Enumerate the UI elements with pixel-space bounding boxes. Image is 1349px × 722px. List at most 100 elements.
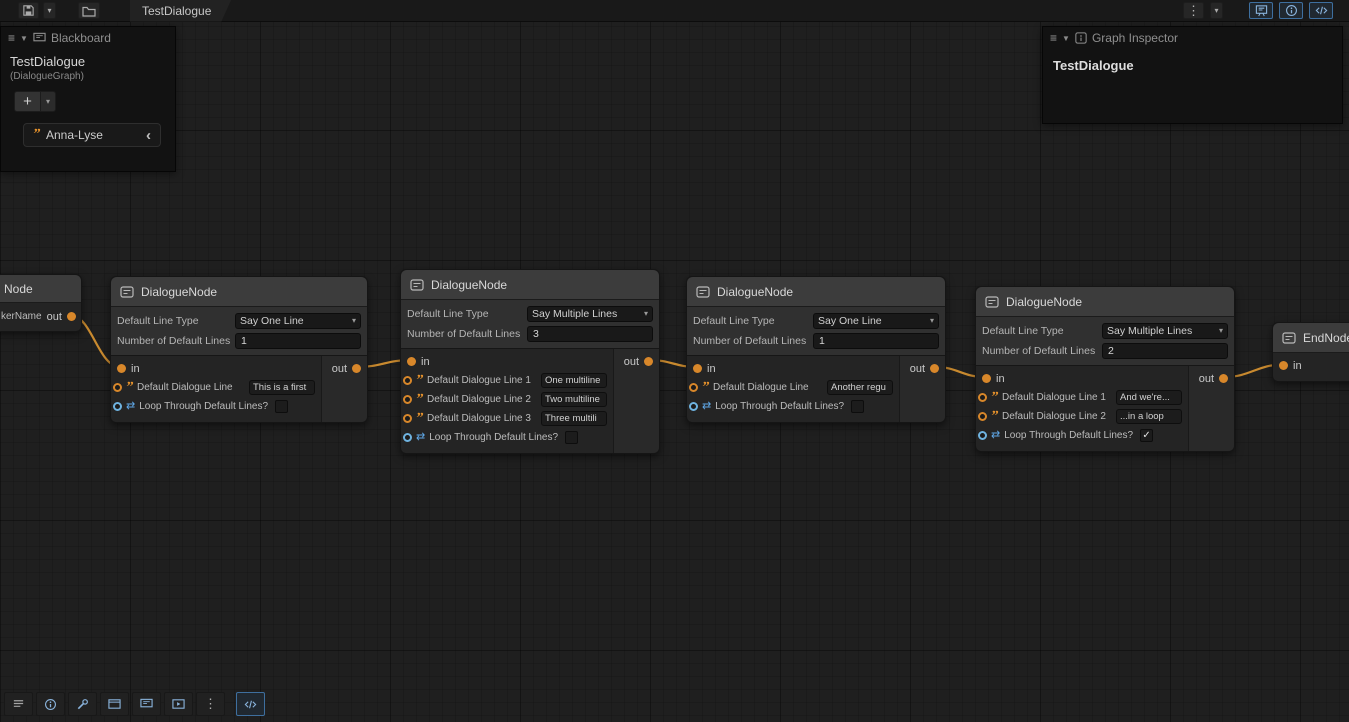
- folder-icon: [82, 5, 96, 17]
- save-options-dropdown[interactable]: ▾: [43, 2, 56, 19]
- bool-port[interactable]: [403, 433, 412, 442]
- dialogue-line-row: ” Default Dialogue Line Another regu: [687, 378, 899, 397]
- line-type-dropdown[interactable]: Say One Line ▾: [235, 313, 361, 329]
- add-variable-button[interactable]: +: [14, 91, 41, 112]
- code-preview-icon: [1315, 4, 1328, 17]
- node-title: DialogueNode: [717, 285, 793, 299]
- loop-checkbox[interactable]: [851, 400, 864, 413]
- graph-canvas[interactable]: ▾ TestDialogue ⋮ ▾ ≡ ▼: [0, 0, 1349, 722]
- dialogue-node-4[interactable]: DialogueNode Default Line Type Say Multi…: [975, 286, 1235, 452]
- bool-port[interactable]: [113, 402, 122, 411]
- node-title-bar[interactable]: DialogueNode: [687, 277, 945, 307]
- line-type-dropdown[interactable]: Say Multiple Lines ▾: [1102, 323, 1228, 339]
- dialogue-line-input[interactable]: Two multiline: [541, 392, 607, 407]
- dialogue-line-input[interactable]: One multiline: [541, 373, 607, 388]
- toolbar-overflow-button[interactable]: ⋮: [1183, 2, 1204, 19]
- end-node[interactable]: EndNode in: [1272, 322, 1349, 382]
- out-port[interactable]: [644, 357, 653, 366]
- tools-button[interactable]: [68, 692, 97, 716]
- in-port[interactable]: [693, 364, 702, 373]
- window-button[interactable]: [100, 692, 129, 716]
- collapse-arrow-icon[interactable]: ▼: [20, 34, 28, 43]
- dialogue-line-input[interactable]: And we're...: [1116, 390, 1182, 405]
- info-icon: [44, 698, 57, 711]
- bottom-toolbar: ⋮: [4, 692, 265, 716]
- collapse-arrow-icon[interactable]: ▼: [1062, 34, 1070, 43]
- string-port[interactable]: [113, 383, 122, 392]
- dialogue-node-1[interactable]: DialogueNode Default Line Type Say One L…: [110, 276, 368, 423]
- code-preview-button[interactable]: [236, 692, 265, 716]
- node-title-bar[interactable]: Node: [0, 275, 81, 303]
- in-port[interactable]: [117, 364, 126, 373]
- node-title-bar[interactable]: EndNode: [1273, 323, 1349, 353]
- in-port-label: in: [131, 363, 140, 375]
- num-lines-input[interactable]: 1: [813, 333, 939, 349]
- speaker-node[interactable]: Node kerName out: [0, 274, 82, 332]
- line-type-dropdown[interactable]: Say Multiple Lines ▾: [527, 306, 653, 322]
- bool-port[interactable]: [978, 431, 987, 440]
- console-button[interactable]: [4, 692, 33, 716]
- node-title-bar[interactable]: DialogueNode: [401, 270, 659, 300]
- quote-icon: ”: [125, 381, 134, 395]
- dialogue-line-input[interactable]: Another regu: [827, 380, 893, 395]
- hamburger-icon[interactable]: ≡: [8, 31, 15, 45]
- preview-toggle-button[interactable]: [1309, 2, 1333, 19]
- loop-checkbox[interactable]: [275, 400, 288, 413]
- in-port[interactable]: [407, 357, 416, 366]
- string-port[interactable]: [978, 393, 987, 402]
- in-port[interactable]: [982, 374, 991, 383]
- graph-type: (DialogueGraph): [10, 71, 166, 82]
- loop-checkbox[interactable]: ✓: [1140, 429, 1153, 442]
- string-port[interactable]: [689, 383, 698, 392]
- hamburger-icon[interactable]: ≡: [1050, 31, 1057, 45]
- preview-panel-button[interactable]: [164, 692, 193, 716]
- toolbar-overflow-dropdown[interactable]: ▾: [1210, 2, 1223, 19]
- blackboard-icon: [1255, 4, 1268, 17]
- num-lines-input[interactable]: 1: [235, 333, 361, 349]
- string-port[interactable]: [978, 412, 987, 421]
- dialogue-node-2[interactable]: DialogueNode Default Line Type Say Multi…: [400, 269, 660, 454]
- dialogue-line-input[interactable]: ...in a loop: [1116, 409, 1182, 424]
- string-port[interactable]: [403, 414, 412, 423]
- graph-inspector-panel[interactable]: ≡ ▼ Graph Inspector TestDialogue: [1042, 26, 1343, 124]
- asset-tab[interactable]: TestDialogue: [130, 0, 231, 22]
- inspector-toggle-button[interactable]: [1279, 2, 1303, 19]
- port-label: kerName: [1, 311, 42, 322]
- out-port[interactable]: [930, 364, 939, 373]
- save-button[interactable]: [18, 2, 39, 19]
- blackboard-toggle-button[interactable]: [1249, 2, 1273, 19]
- string-port[interactable]: [403, 395, 412, 404]
- string-port[interactable]: [403, 376, 412, 385]
- blackboard-header[interactable]: ≡ ▼ Blackboard: [1, 27, 175, 49]
- chevron-left-icon[interactable]: ‹: [146, 128, 151, 143]
- dialogue-line-input[interactable]: This is a first: [249, 380, 315, 395]
- blackboard-panel[interactable]: ≡ ▼ Blackboard TestDialogue (DialogueGra…: [0, 26, 176, 172]
- loop-checkbox[interactable]: [565, 431, 578, 444]
- num-lines-input[interactable]: 3: [527, 326, 653, 342]
- dialogue-node-icon: [120, 286, 134, 298]
- in-port[interactable]: [1279, 361, 1288, 370]
- out-port[interactable]: [67, 312, 76, 321]
- variable-row-anna-lyse[interactable]: ” Anna-Lyse ‹: [23, 123, 161, 147]
- bool-port[interactable]: [689, 402, 698, 411]
- inspector-button[interactable]: [36, 692, 65, 716]
- out-port[interactable]: [352, 364, 361, 373]
- dropdown-arrow-icon: ▾: [930, 316, 934, 325]
- bottom-overflow-button[interactable]: ⋮: [196, 692, 225, 716]
- dialogue-node-icon: [696, 286, 710, 298]
- open-asset-button[interactable]: [78, 2, 100, 19]
- line-type-dropdown[interactable]: Say One Line ▾: [813, 313, 939, 329]
- dialogue-node-3[interactable]: DialogueNode Default Line Type Say One L…: [686, 276, 946, 423]
- inspector-header[interactable]: ≡ ▼ Graph Inspector: [1043, 27, 1342, 49]
- add-variable-dropdown[interactable]: ▾: [41, 91, 56, 112]
- dialogue-line-row: ” Default Dialogue Line This is a first: [111, 378, 321, 397]
- node-title-bar[interactable]: DialogueNode: [976, 287, 1234, 317]
- blackboard-button[interactable]: [132, 692, 161, 716]
- loop-row: ⇄ Loop Through Default Lines?: [687, 397, 899, 416]
- num-lines-input[interactable]: 2: [1102, 343, 1228, 359]
- variable-name: Anna-Lyse: [46, 128, 140, 142]
- out-port[interactable]: [1219, 374, 1228, 383]
- kebab-icon: ⋮: [204, 696, 217, 712]
- dialogue-line-input[interactable]: Three multili: [541, 411, 607, 426]
- node-title-bar[interactable]: DialogueNode: [111, 277, 367, 307]
